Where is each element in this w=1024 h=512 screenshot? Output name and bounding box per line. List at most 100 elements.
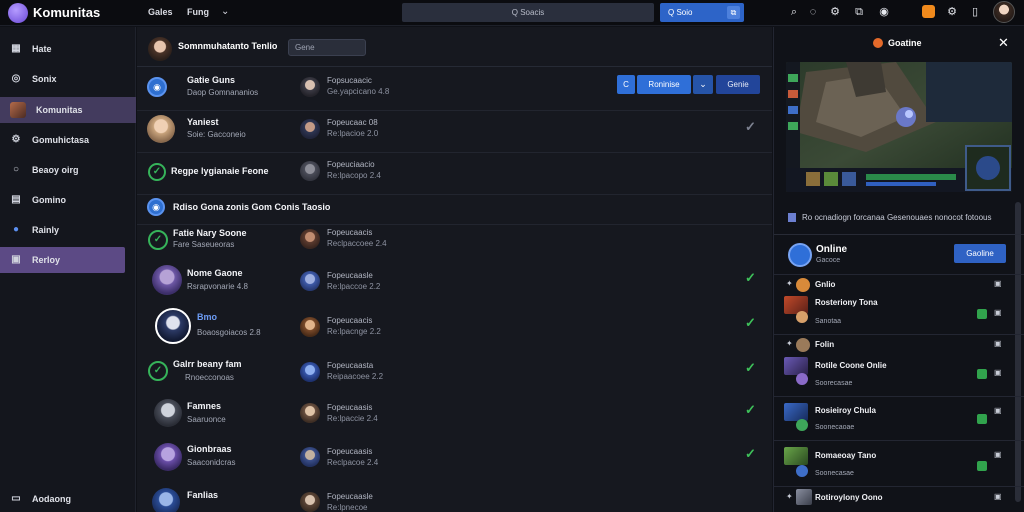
avatar (784, 403, 808, 421)
bookmark-icon[interactable]: ▯ (968, 5, 982, 19)
avatar (152, 488, 180, 512)
sidebar-item-label: Gomino (32, 195, 66, 205)
list-item[interactable]: Fanlias Fopeucaasle Re:lpnecoe (137, 485, 772, 512)
sidebar-item-aodaong[interactable]: ▭ Aodaong (0, 486, 136, 512)
search-input[interactable]: Q Soacis (402, 3, 654, 22)
row-subtitle: Rnoecconoas (185, 373, 234, 382)
online-subtitle: Gacoce (816, 257, 841, 264)
online-avatar (788, 243, 812, 267)
notification-icon[interactable]: ◌ (806, 5, 820, 19)
list-item[interactable]: Famnes Saaruonce Fopeucaasis Re:lpaccie … (137, 397, 772, 441)
friend-status: Sanotaa (815, 318, 842, 325)
checkmark-icon: ✓ (745, 315, 756, 330)
list-item[interactable]: Nome Gaone Rsrapvonarie 4.8 Fopeucaasle … (137, 265, 772, 309)
header-avatar (148, 37, 172, 61)
friend-name: Rotile Coone Onlie (815, 361, 887, 370)
friend-status: Soonecasae (815, 470, 854, 477)
nav-gales[interactable]: Gales (148, 7, 173, 17)
avatar (300, 229, 320, 249)
friend-item[interactable]: ✦ Rotiroylony Oono ▣ (774, 486, 1024, 512)
list-item[interactable]: ◉ Gatie Guns Daop Gomnananios Fopsucaaci… (137, 67, 772, 111)
avatar (300, 447, 320, 467)
settings-icon[interactable]: ⚙ (828, 5, 842, 19)
menu-icon[interactable]: ▣ (994, 368, 1002, 377)
sidebar-item-rainly[interactable]: ● Rainly (0, 217, 136, 243)
avatar (300, 161, 320, 181)
avatar (154, 443, 182, 471)
avatar (300, 271, 320, 291)
row-meta: Fopeucaacis (327, 228, 373, 237)
online-icon (977, 369, 987, 379)
row-meta-secondary: Re:lpnecoe (327, 503, 368, 512)
menu-icon[interactable]: ▣ (994, 492, 1002, 501)
sidebar-item-gomuhictasa[interactable]: ⚙ Gomuhictasa (0, 127, 136, 153)
menu-icon[interactable]: ▣ (994, 339, 1002, 348)
search-icon[interactable]: ⌕ (787, 5, 801, 19)
row-subtitle: Saaruonce (187, 415, 226, 424)
search-button[interactable]: Q Soio ⧉ (660, 3, 744, 22)
friend-item[interactable]: Romaeoay Tano Soonecasae ▣ (774, 440, 1024, 485)
close-icon[interactable]: ✕ (998, 35, 1009, 51)
list-item[interactable]: Gionbraas Saaconidcras Fopeucaasis Reclp… (137, 441, 772, 485)
menu-icon[interactable]: ▣ (994, 406, 1002, 415)
friend-item[interactable]: Rosieiroy Chula Soonecaoae ▣ (774, 396, 1024, 439)
sidebar-item-hate[interactable]: ▦ Hate (0, 36, 136, 62)
app-logo (8, 3, 28, 23)
avatar (300, 362, 320, 382)
copy-icon[interactable]: ⧉ (852, 5, 866, 19)
filter-chip[interactable]: Gene (288, 39, 366, 56)
online-icon (977, 414, 987, 424)
list-item[interactable]: Bmo Boaosgoiacos 2.8 Fopeucaacis Re:lpac… (137, 307, 772, 351)
friend-name: Romaeoay Tano (815, 451, 877, 460)
friend-item[interactable]: ✦ Gnlio ▣ Rosteriony Tona Sanotaa ▣ (774, 274, 1024, 325)
checkmark-icon: ✓ (745, 360, 756, 375)
panel-title: Goatine (888, 38, 922, 48)
row-subtitle: Fare Saseueoras (173, 240, 235, 249)
list-item[interactable]: Yaniest Soie: Gacconeio Fopeucaac 08 Re:… (137, 109, 772, 153)
avatar (155, 308, 191, 344)
sidebar-item-sonix[interactable]: ◎ Sonix (0, 66, 136, 92)
blue-badge-icon: ◉ (147, 198, 165, 216)
avatar (147, 115, 175, 143)
avatar (796, 373, 808, 385)
avatar (300, 77, 320, 97)
compass-icon: ◎ (11, 73, 21, 84)
inbox-icon: ▭ (11, 493, 21, 504)
row-meta-secondary: Re:lpaccie 2.4 (327, 414, 378, 423)
gear-icon[interactable]: ⚙ (945, 5, 959, 19)
nav-fung[interactable]: Fung (187, 7, 209, 17)
store-icon[interactable] (922, 5, 935, 18)
online-title: Online (816, 244, 848, 255)
chat-icon: ✦ (786, 492, 793, 501)
chevron-down-icon[interactable]: ⌄ (221, 6, 229, 17)
sidebar-item-gomino[interactable]: ▤ Gomino (0, 187, 136, 213)
avatar (300, 403, 320, 423)
row-meta: Fopeucaasta (327, 361, 374, 370)
friend-item[interactable]: ✦ Folin ▣ Rotile Coone Onlie Soorecasae … (774, 334, 1024, 392)
game-preview[interactable] (786, 62, 1012, 192)
row-name: Gatie Guns (187, 75, 236, 85)
sidebar-item-komunitas[interactable]: Komunitas (0, 97, 136, 123)
friend-name: Rosteriony Tona (815, 298, 878, 307)
avatar (796, 489, 812, 505)
list-item[interactable]: ✓ Regpe lygianaie Feone Fopeuciaacio Re:… (137, 151, 772, 195)
friend-name: Folin (815, 340, 835, 349)
sidebar-item-label: Beaoy oirg (32, 165, 79, 175)
sidebar-item-beaoy-oirg[interactable]: ○ Beaoy oirg (0, 157, 136, 183)
menu-icon[interactable]: ▣ (994, 450, 1002, 459)
search-button-label: Q Soio (668, 8, 693, 17)
sidebar-item-rerloy[interactable]: ▣ Rerloy (0, 247, 125, 273)
row-name: Famnes (187, 401, 222, 411)
globe-icon[interactable]: ◉ (877, 5, 891, 19)
list-item[interactable]: ✓ Galrr beany fam Rnoecconoas Fopeucaast… (137, 352, 772, 396)
user-avatar[interactable] (993, 1, 1015, 23)
friend-name: Rosieiroy Chula (815, 406, 876, 415)
online-button[interactable]: Gaoline (954, 244, 1006, 263)
chat-icon: ✦ (786, 339, 793, 348)
list-item[interactable]: ✓ Fatie Nary Soone Fare Saseueoras Fopeu… (137, 226, 772, 270)
menu-icon[interactable]: ▣ (994, 308, 1002, 317)
search-extra-icon[interactable]: ⧉ (727, 6, 740, 19)
chat-icon: ✦ (786, 279, 793, 288)
notice-text: Ro ocnadiogn forcanaa Gesenouaes nonocot… (802, 213, 992, 222)
menu-icon[interactable]: ▣ (994, 279, 1002, 288)
